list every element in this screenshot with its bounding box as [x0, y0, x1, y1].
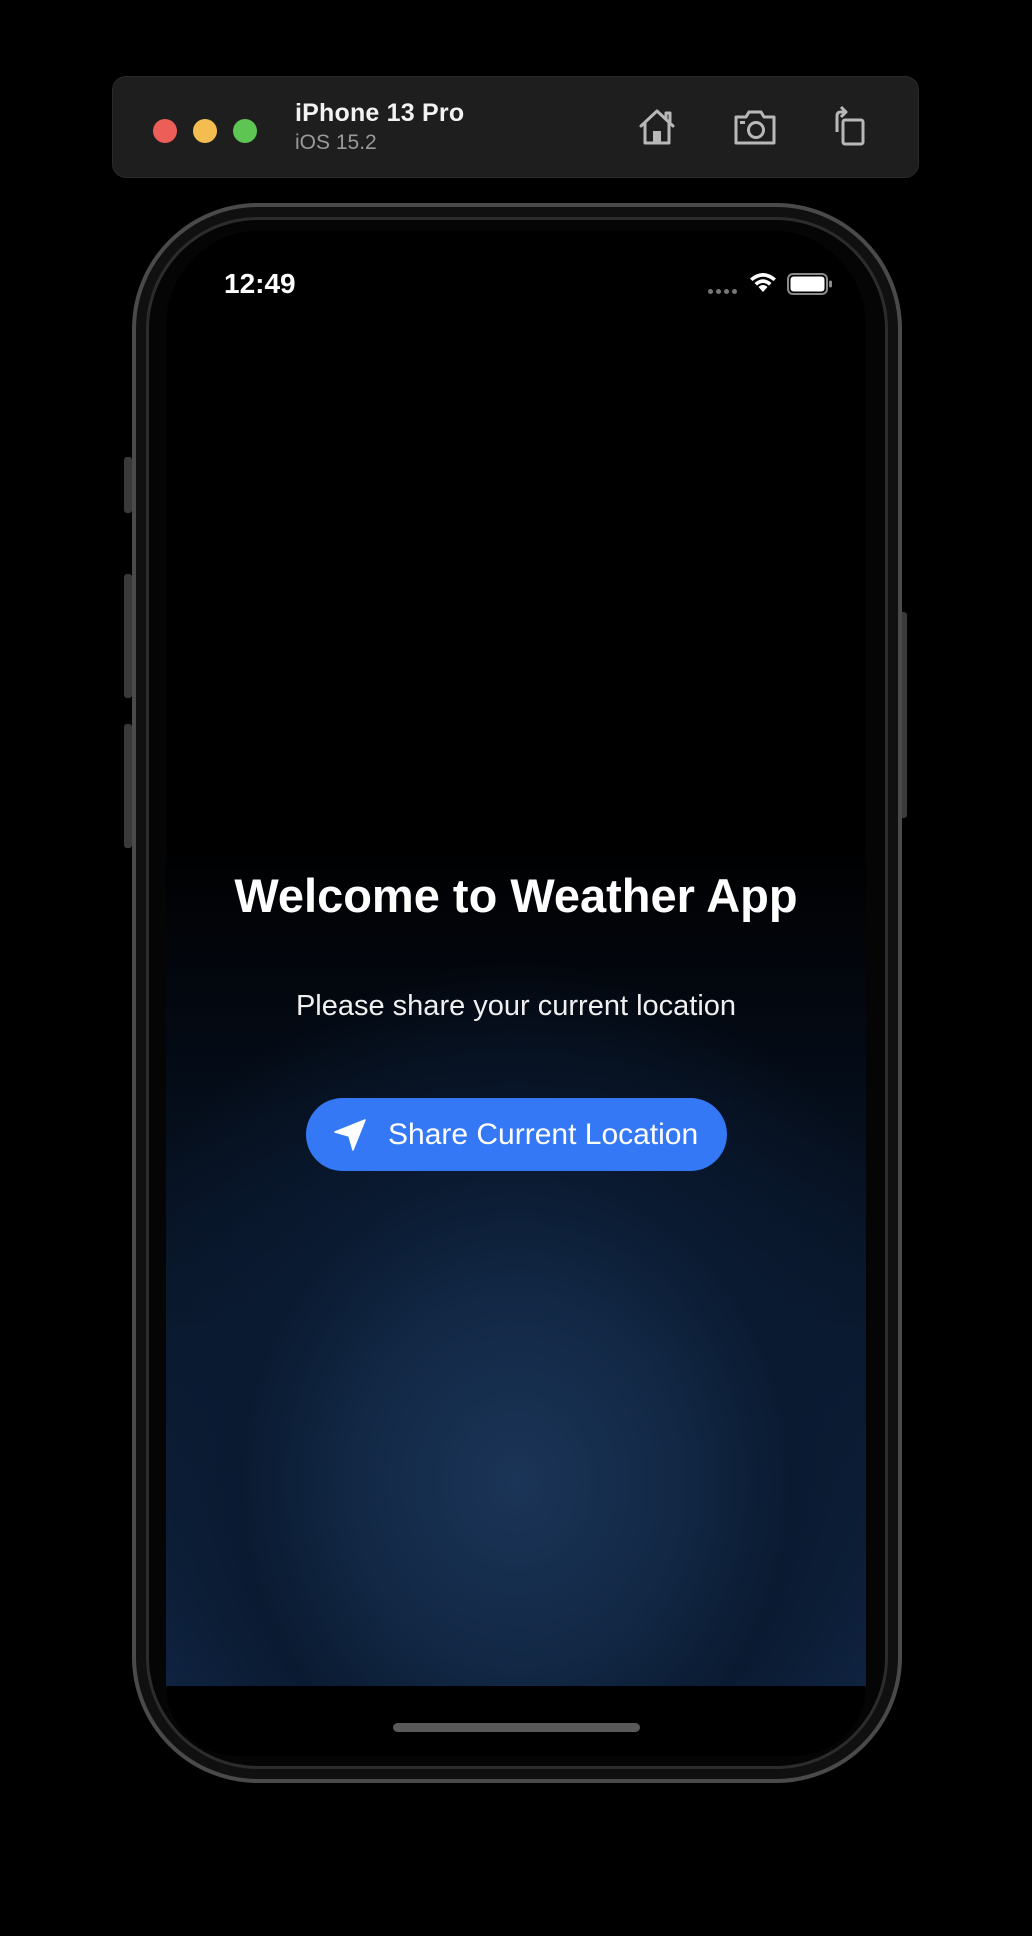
rotate-button[interactable]	[823, 101, 875, 153]
battery-icon	[787, 273, 833, 300]
location-prompt: Please share your current location	[295, 990, 737, 1022]
simulator-window: iPhone 13 Pro iOS 15.2 12:49 Welcome to …	[0, 0, 1032, 1936]
zoom-window-button[interactable]	[233, 119, 257, 143]
rotate-icon	[835, 106, 865, 146]
share-location-label: Share Current Location	[388, 1117, 699, 1151]
mute-switch	[124, 457, 132, 513]
volume-down-button	[124, 724, 132, 848]
volume-up-button	[124, 574, 132, 698]
minimize-window-button[interactable]	[193, 119, 217, 143]
close-window-button[interactable]	[153, 119, 177, 143]
simulator-toolbar: iPhone 13 Pro iOS 15.2	[112, 76, 919, 178]
app-screen	[166, 230, 866, 1686]
page-title: Welcome to Weather App	[234, 869, 798, 922]
cellular-signal-icon	[708, 289, 737, 294]
home-indicator[interactable]	[393, 1723, 640, 1732]
device-name: iPhone 13 Pro	[295, 99, 465, 127]
home-icon	[639, 109, 675, 145]
screen-bottom-area	[166, 1686, 866, 1756]
share-location-button[interactable]: Share Current Location	[306, 1098, 727, 1171]
wifi-icon	[748, 270, 778, 299]
status-time: 12:49	[224, 268, 296, 299]
home-button[interactable]	[631, 101, 683, 153]
screenshot-button[interactable]	[729, 101, 781, 153]
location-arrow-icon	[326, 1111, 374, 1159]
screenshot-icon	[734, 110, 776, 145]
device-os-version: iOS 15.2	[295, 131, 377, 154]
